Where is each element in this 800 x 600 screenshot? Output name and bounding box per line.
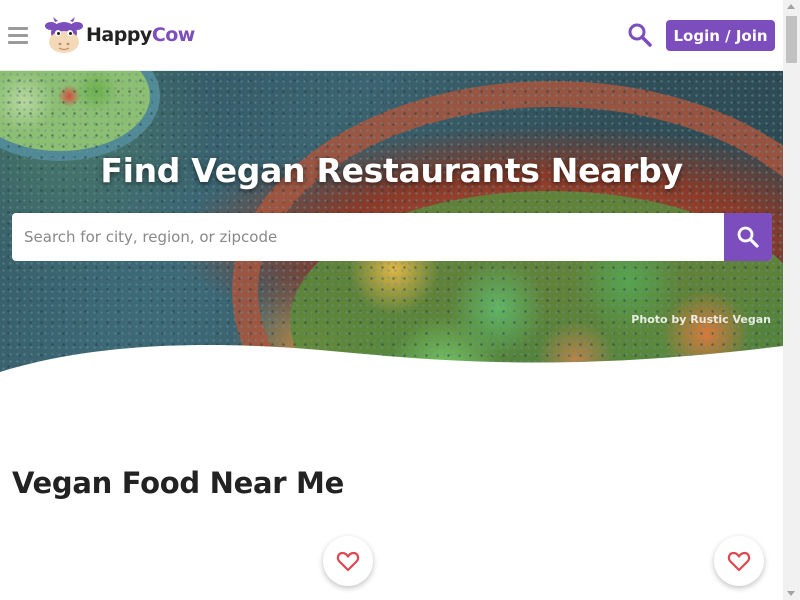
site-header: HappyCow Login / Join (0, 0, 783, 71)
photo-credit: Photo by Rustic Vegan (631, 313, 771, 326)
favorite-button[interactable] (714, 536, 764, 586)
heart-icon (336, 551, 360, 572)
hamburger-icon[interactable] (8, 27, 28, 45)
search-submit-button[interactable] (724, 213, 772, 261)
cow-logo-icon (45, 17, 83, 53)
search-icon (628, 23, 652, 47)
header-search-button[interactable] (627, 22, 653, 48)
heart-icon (727, 551, 751, 572)
logo-text-cow: Cow (151, 24, 196, 46)
page-scrollbar[interactable] (783, 0, 800, 600)
hero-banner: Find Vegan Restaurants Nearby Photo by R… (0, 71, 783, 381)
search-icon (737, 226, 759, 248)
logo-wordmark: HappyCow (86, 24, 195, 46)
scroll-up-arrow-icon[interactable] (787, 4, 795, 9)
logo[interactable]: HappyCow (44, 16, 195, 54)
scroll-down-arrow-icon[interactable] (787, 591, 795, 596)
section-title: Vegan Food Near Me (12, 466, 344, 500)
favorite-button[interactable] (323, 536, 373, 586)
location-search-input[interactable] (12, 213, 724, 261)
scrollbar-thumb[interactable] (786, 16, 797, 63)
hero-wave-divider (0, 345, 783, 390)
hero-title: Find Vegan Restaurants Nearby (100, 151, 683, 190)
login-join-button[interactable]: Login / Join (666, 20, 775, 51)
location-search-bar (12, 213, 772, 261)
logo-text-happy: Happy (86, 24, 152, 46)
